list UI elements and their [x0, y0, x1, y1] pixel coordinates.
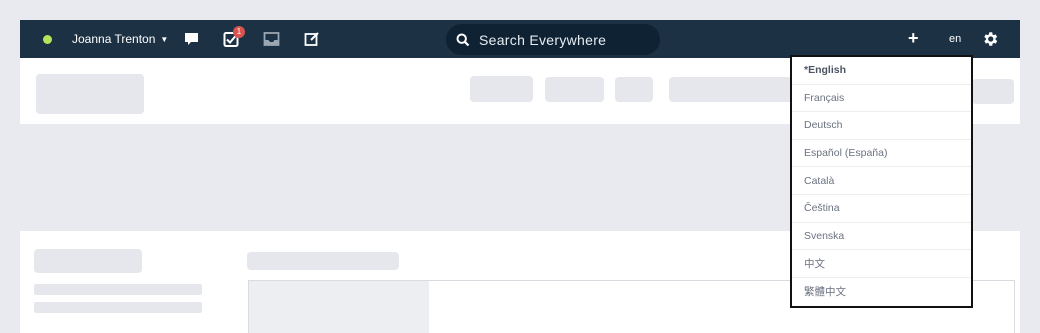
compose-icon[interactable] [304, 31, 321, 47]
language-option-english[interactable]: *English [792, 57, 971, 85]
language-option-cestina[interactable]: Čeština [792, 195, 971, 223]
placeholder-block [34, 249, 142, 273]
placeholder-button [669, 77, 794, 102]
placeholder-button [470, 76, 533, 102]
user-menu[interactable]: Joanna Trenton ▼ [72, 31, 168, 47]
gear-icon[interactable] [981, 30, 999, 48]
search-icon [456, 33, 470, 46]
placeholder-block [36, 74, 144, 114]
placeholder-button [972, 79, 1014, 104]
placeholder-row [34, 302, 202, 313]
placeholder-panel [249, 281, 429, 333]
language-option-svenska[interactable]: Svenska [792, 223, 971, 251]
placeholder-button [545, 77, 604, 102]
placeholder-title [247, 252, 399, 270]
inbox-icon[interactable] [263, 31, 280, 47]
language-toggle[interactable]: en [949, 33, 961, 45]
app-window: Joanna Trenton ▼ 1 Search Everywhere + e… [20, 20, 1020, 333]
status-dot [43, 35, 52, 44]
top-navigation-bar: Joanna Trenton ▼ 1 Search Everywhere + e… [20, 20, 1020, 58]
placeholder-button [615, 77, 653, 102]
language-option-catala[interactable]: Català [792, 167, 971, 195]
language-option-chinese-traditional[interactable]: 繁體中文 [792, 278, 971, 306]
search-input[interactable]: Search Everywhere [446, 24, 660, 55]
language-option-deutsch[interactable]: Deutsch [792, 112, 971, 140]
placeholder-row [34, 284, 202, 295]
tasks-badge: 1 [233, 26, 245, 38]
plus-icon[interactable]: + [908, 28, 919, 48]
language-option-francais[interactable]: Français [792, 85, 971, 113]
language-option-espanol[interactable]: Español (España) [792, 140, 971, 168]
language-option-chinese-simplified[interactable]: 中文 [792, 250, 971, 278]
chat-icon[interactable] [183, 31, 200, 47]
language-dropdown: *English Français Deutsch Español (Españ… [790, 55, 973, 308]
chevron-down-icon: ▼ [160, 34, 169, 44]
search-placeholder: Search Everywhere [479, 31, 607, 48]
user-name: Joanna Trenton [72, 32, 156, 46]
